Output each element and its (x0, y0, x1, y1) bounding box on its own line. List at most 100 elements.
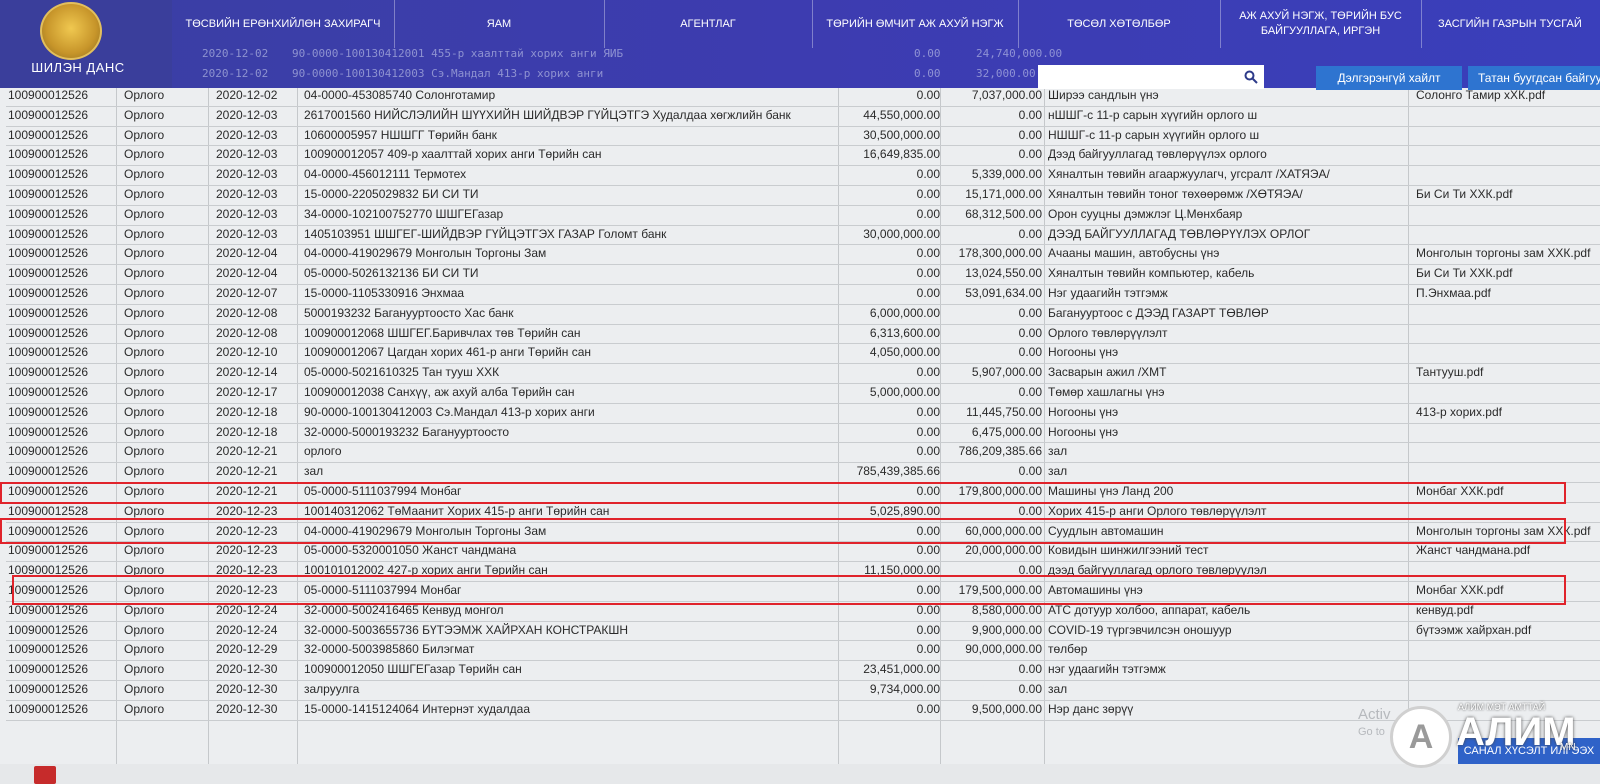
account-cell: 100900012526 (8, 662, 89, 677)
income-cell: 0.00 (916, 543, 940, 558)
watermark-tld: MN (1560, 742, 1576, 753)
date-cell: 2020-12-30 (216, 701, 278, 716)
description-cell: зал (1048, 464, 1068, 479)
table-row[interactable]: 100900012526 Орлого 2020-12-08 100900012068… (6, 324, 1600, 345)
table-row[interactable]: 100900012526 Орлого 2020-12-21 орлого 0.00 78… (6, 442, 1600, 464)
table-row[interactable]: 100900012526 Орлого 2020-12-03 34-0000-1021… (6, 205, 1600, 226)
table-row[interactable]: 100900012526 Орлого 2020-12-10 100900012067… (6, 343, 1600, 365)
file-cell[interactable]: Тантууш.pdf (1416, 365, 1600, 379)
table-row[interactable]: 100900012526 Орлого 2020-12-08 5000193232 Б… (6, 304, 1600, 325)
account-cell: 100900012526 (8, 88, 89, 102)
partner-cell: 1405103951 ШШГЕГ-ШИЙДВЭР ГҮЙЦЭТГЭХ ГАЗАР… (304, 226, 667, 241)
file-cell[interactable]: Би Си Ти ХХК.pdf (1416, 266, 1600, 280)
search-button[interactable] (1238, 66, 1264, 88)
partner-cell: орлого (304, 444, 342, 459)
table-row[interactable]: 100900012526 Орлого 2020-12-30 100900012050… (6, 660, 1600, 681)
income-cell: 23,451,000.00 (863, 662, 940, 677)
ghost-out: 32,000.00 (976, 67, 1036, 80)
ghost-date: 2020-12-02 (202, 67, 269, 80)
file-cell[interactable]: бүтээмж хайрхан.pdf (1416, 623, 1600, 637)
partner-cell: 15-0000-1105330916 Энхмаа (304, 286, 465, 300)
type-cell: Орлого (124, 662, 165, 677)
account-cell: 100900012526 (8, 543, 89, 558)
table-row[interactable]: 100900012526 Орлого 2020-12-04 05-0000-5026… (6, 264, 1600, 285)
date-cell: 2020-12-03 (216, 187, 278, 201)
expense-cell: 786,209,385.66 (958, 444, 1042, 459)
table-row[interactable]: 100900012526 Орлого 2020-12-14 05-0000-5021… (6, 363, 1600, 384)
description-cell: Хяналтын төвийн тоног төхөөрөмж /ХӨТЯЭА/ (1048, 187, 1303, 201)
table-row[interactable]: 100900012526 Орлого 2020-12-18 32-0000-5000… (6, 423, 1600, 444)
table-row[interactable]: 100900012526 Орлого 2020-12-03 15-0000-2205… (6, 185, 1600, 206)
date-cell: 2020-12-24 (216, 622, 278, 637)
partner-cell: 32-0000-5000193232 Баганууртоосто (304, 424, 510, 439)
dissolved-orgs-button[interactable]: Татан буугдсан байгууллага (1468, 66, 1600, 90)
account-cell: 100900012526 (8, 444, 89, 459)
table-row[interactable]: 100900012526 Орлого 2020-12-03 04-0000-4560… (6, 165, 1600, 186)
date-cell: 2020-12-07 (216, 286, 278, 300)
nav-item-agency[interactable]: АГЕНТЛАГ (604, 0, 813, 48)
table-row[interactable]: 100900012526 Орлого 2020-12-18 90-0000-1001… (6, 403, 1600, 424)
expense-cell: 0.00 (1018, 305, 1042, 320)
nav-item-ministry[interactable]: ЯАМ (394, 0, 605, 48)
partner-cell: 32-0000-5003985860 Билэгмат (304, 642, 475, 657)
type-cell: Орлого (124, 444, 165, 459)
expense-cell: 0.00 (1018, 226, 1042, 241)
partner-cell: 04-0000-453085740 Солонготамир (304, 88, 496, 102)
description-cell: зал (1048, 682, 1068, 696)
description-cell: Орлого төвлөрүүлэлт (1048, 325, 1168, 340)
expense-cell: 13,024,550.00 (965, 266, 1042, 281)
nav-item-state-enterprise[interactable]: ТӨРИЙН ӨМЧИТ АЖ АХУЙ НЭГЖ (812, 0, 1019, 48)
table-row[interactable]: 100900012526 Орлого 2020-12-21 зал 785,439,3… (6, 462, 1600, 483)
type-cell: Орлого (124, 325, 165, 340)
table-row[interactable]: 100900012526 Орлого 2020-12-03 10600005957 … (6, 126, 1600, 147)
type-cell: Орлого (124, 424, 165, 439)
file-cell[interactable]: Жанст чандмана.pdf (1416, 543, 1600, 557)
file-cell[interactable]: Би Си Ти ХХК.pdf (1416, 187, 1600, 201)
file-cell[interactable]: 413-р хорих.pdf (1416, 405, 1600, 419)
pdf-icon[interactable] (34, 766, 56, 784)
top-header: ШИЛЭН ДАНС ТӨСВИЙН ЕРӨНХИЙЛӨН ЗАХИРАГЧ Я… (0, 0, 1600, 90)
file-cell[interactable]: Солонго Тамир хХК.pdf (1416, 88, 1600, 102)
ghost-in: 0.00 (914, 67, 941, 80)
table-row[interactable]: 100900012526 Орлого 2020-12-17 100900012038… (6, 383, 1600, 404)
account-cell: 100900012526 (8, 305, 89, 320)
search-input[interactable] (1038, 65, 1264, 89)
description-cell: Засварын ажил /ХМТ (1048, 365, 1167, 380)
date-cell: 2020-12-04 (216, 266, 278, 281)
logo-block[interactable]: ШИЛЭН ДАНС (0, 0, 172, 88)
date-cell: 2020-12-03 (216, 127, 278, 142)
table-row[interactable]: 100900012526 Орлого 2020-12-29 32-0000-5003… (6, 640, 1600, 662)
table-row[interactable]: 100900012526 Орлого 2020-12-07 15-0000-1105… (6, 284, 1600, 305)
expense-cell: 0.00 (1018, 662, 1042, 677)
description-cell: зал (1048, 444, 1068, 459)
type-cell: Орлого (124, 503, 165, 518)
table-row[interactable]: 100900012526 Орлого 2020-12-03 100900012057… (6, 145, 1600, 167)
income-cell: 0.00 (916, 187, 940, 201)
nav-item-government-special[interactable]: ЗАСГИЙН ГАЗРЫН ТУСГАЙ (1422, 0, 1600, 48)
table-row[interactable]: 100900012526 Орлого 2020-12-03 2617001560 Н… (6, 106, 1600, 127)
table-row[interactable]: 100900012526 Орлого 2020-12-30 залруулга 9,7… (6, 680, 1600, 701)
type-cell: Орлого (124, 385, 165, 399)
income-cell: 0.00 (916, 206, 940, 221)
partner-cell: залруулга (304, 682, 360, 696)
table-row[interactable]: 100900012526 Орлого 2020-12-03 1405103951 Ш… (6, 225, 1600, 246)
partner-cell: 05-0000-5320001050 Жанст чандмана (304, 543, 517, 558)
expense-cell: 20,000,000.00 (965, 543, 1042, 558)
nav-item-projects[interactable]: ТӨСӨЛ ХӨТӨЛБӨР (1018, 0, 1221, 48)
file-cell[interactable]: Монголын торгоны зам ХХК.pdf (1416, 246, 1600, 260)
date-cell: 2020-12-03 (216, 206, 278, 221)
table-row[interactable]: 100900012526 Орлого 2020-12-23 05-0000-5320… (6, 541, 1600, 563)
date-cell: 2020-12-18 (216, 424, 278, 439)
advanced-search-button[interactable]: Дэлгэрэнгүй хайлт (1316, 66, 1462, 90)
ghost-partner: 90-0000-100130412001 455-р хаалттай хори… (292, 47, 624, 60)
date-cell: 2020-12-18 (216, 404, 278, 419)
date-cell: 2020-12-23 (216, 543, 278, 558)
description-cell: ДЭЭД БАЙГУУЛЛАГАД ТӨВЛӨРҮҮЛЭХ ОРЛОГ (1048, 226, 1311, 241)
account-cell: 100900012526 (8, 325, 89, 340)
table-row[interactable]: 100900012526 Орлого 2020-12-24 32-0000-5003… (6, 621, 1600, 642)
file-cell[interactable]: П.Энхмаа.pdf (1416, 286, 1600, 300)
nav-item-business-ngo-citizen[interactable]: АЖ АХУЙ НЭГЖ, ТӨРИЙН БУС БАЙГУУЛЛАГА, ИР… (1220, 0, 1422, 48)
nav-item-budget-governor[interactable]: ТӨСВИЙН ЕРӨНХИЙЛӨН ЗАХИРАГЧ (172, 0, 395, 48)
table-row[interactable]: 100900012526 Орлого 2020-12-04 04-0000-4190… (6, 244, 1600, 266)
type-cell: Орлого (124, 404, 165, 419)
